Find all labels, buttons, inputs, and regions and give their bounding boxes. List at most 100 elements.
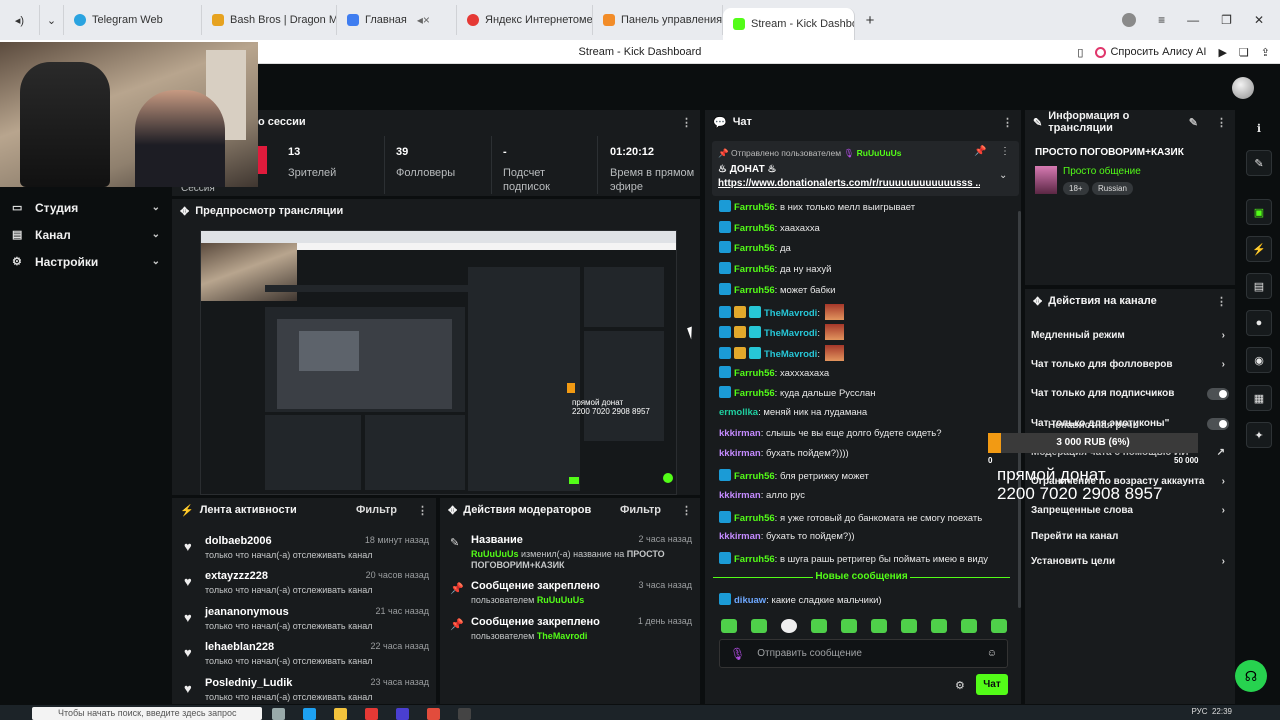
emote-icon[interactable] <box>901 619 917 633</box>
more-icon[interactable]: ⋮ <box>1216 295 1227 308</box>
move-icon[interactable]: ✥ <box>448 504 457 517</box>
chat-username[interactable]: Farruh56 <box>734 368 775 379</box>
emote-icon[interactable] <box>991 619 1007 633</box>
chat-bubble-icon[interactable]: ● <box>1246 310 1272 336</box>
slow-mode-row[interactable]: Медленный режим › <box>1031 330 1229 344</box>
chat-username[interactable]: Farruh56 <box>734 264 775 275</box>
stream-preview-video[interactable]: прямой донат 2200 7020 2908 8957 <box>200 230 677 495</box>
chat-username[interactable]: TheMavrodi <box>764 308 817 319</box>
obs-icon[interactable] <box>396 708 409 720</box>
stream-category[interactable]: Просто общение <box>1063 166 1141 177</box>
activity-filter-button[interactable]: Фильтр <box>356 504 397 516</box>
emote-only-toggle[interactable] <box>1207 418 1229 430</box>
info-icon[interactable]: ℹ <box>1246 115 1272 141</box>
clipboard-icon[interactable]: ▤ <box>1246 273 1272 299</box>
edit-icon[interactable]: ✎ <box>1246 150 1272 176</box>
wrench-icon[interactable]: ✦ <box>1246 422 1272 448</box>
move-icon[interactable]: ✥ <box>180 205 189 218</box>
emote-icon[interactable] <box>751 619 767 633</box>
emoji-icon[interactable]: ☺ <box>987 648 997 659</box>
pinned-link[interactable]: https://www.donationalerts.com/r/ruuuuuu… <box>718 178 980 189</box>
tab-bash-bros[interactable]: Bash Bros | Dragon Mone <box>202 5 337 35</box>
more-icon[interactable]: ⋮ <box>681 504 692 517</box>
chat-scrollbar[interactable] <box>1018 211 1021 608</box>
chat-username[interactable]: Farruh56 <box>734 388 775 399</box>
help-chat-button[interactable]: ☊ <box>1235 660 1267 692</box>
yandex-browser-icon[interactable] <box>365 708 378 720</box>
chat-username[interactable]: Farruh56 <box>734 202 775 213</box>
share-icon[interactable]: ⇪ <box>1261 46 1270 59</box>
emote-icon[interactable] <box>871 619 887 633</box>
tab-yandex-speedtest[interactable]: Яндекс Интернетометр <box>457 5 593 35</box>
restore-icon[interactable]: ❐ <box>1221 13 1232 27</box>
mod-actions-filter-button[interactable]: Фильтр <box>620 504 661 516</box>
gmail-icon[interactable] <box>427 708 440 720</box>
play-icon[interactable]: ▶ <box>1218 46 1226 59</box>
subscribers-only-toggle[interactable] <box>1207 388 1229 400</box>
sidebar-item-studio[interactable]: ▭ Студия ⌄ <box>0 194 170 221</box>
edge-icon[interactable] <box>303 708 316 720</box>
emote-icon[interactable] <box>961 619 977 633</box>
more-icon[interactable]: ⋮ <box>417 504 428 517</box>
chat-username[interactable]: TheMavrodi <box>764 349 817 360</box>
tab-telegram[interactable]: Telegram Web <box>64 5 202 35</box>
bookmark-icon[interactable]: ▯ <box>1077 46 1083 59</box>
task-view-icon[interactable] <box>272 708 285 720</box>
banned-words-row[interactable]: Запрещенные слова › <box>1031 505 1229 519</box>
menu-icon[interactable]: ≡ <box>1158 13 1165 27</box>
collections-icon[interactable]: ❏ <box>1239 46 1249 59</box>
chevron-down-icon[interactable]: ⌄ <box>999 170 1007 181</box>
chat-username[interactable]: ermollka <box>719 407 758 418</box>
tab-home[interactable]: Главная ◂× <box>337 5 457 35</box>
sidebar-item-channel[interactable]: ▤ Канал ⌄ <box>0 221 170 248</box>
sidebar-item-settings[interactable]: ⚙ Настройки ⌄ <box>0 248 170 275</box>
tab-kick-dashboard[interactable]: Stream - Kick Dashboar× <box>723 8 855 40</box>
more-icon[interactable]: ⋮ <box>1002 116 1013 129</box>
user-avatar[interactable] <box>1232 77 1254 99</box>
emote-icon[interactable] <box>721 619 737 633</box>
screenshot-icon[interactable]: ▣ <box>1246 199 1272 225</box>
emote-icon[interactable] <box>841 619 857 633</box>
chat-username[interactable]: Farruh56 <box>734 513 775 524</box>
chat-username[interactable]: Farruh56 <box>734 243 775 254</box>
chat-username[interactable]: kkkirman <box>719 448 761 459</box>
chat-username[interactable]: Farruh56 <box>734 223 775 234</box>
save-icon[interactable]: ▦ <box>1246 385 1272 411</box>
broadcast-icon[interactable]: ◉ <box>1246 347 1272 373</box>
chat-username[interactable]: Farruh56 <box>734 471 775 482</box>
profile-icon[interactable] <box>1122 13 1137 27</box>
chat-username[interactable]: kkkirman <box>719 531 761 542</box>
tab-list-button[interactable]: ⌄ <box>40 5 64 35</box>
close-window-icon[interactable]: ✕ <box>1254 13 1264 27</box>
emote-icon[interactable] <box>931 619 947 633</box>
more-icon[interactable]: ⋮ <box>1000 146 1010 157</box>
emote-icon[interactable] <box>811 619 827 633</box>
pencil-edit-icon[interactable]: ✎ <box>1189 116 1198 129</box>
ask-alice-button[interactable]: Спросить Алису AI <box>1095 46 1206 58</box>
go-to-channel-row[interactable]: Перейти на канал <box>1031 531 1229 545</box>
minimize-icon[interactable]: — <box>1187 13 1199 27</box>
new-tab-button[interactable]: + <box>855 5 885 35</box>
new-messages-divider[interactable]: Новые сообщения <box>713 571 1010 582</box>
more-icon[interactable]: ⋮ <box>681 116 692 129</box>
chat-username[interactable]: Farruh56 <box>734 285 775 296</box>
chat-username[interactable]: kkkirman <box>719 490 761 501</box>
tab-audio-control[interactable]: ◂) <box>0 5 40 35</box>
more-icon[interactable]: ⋮ <box>1216 116 1227 129</box>
chat-username[interactable]: Farruh56 <box>734 554 775 565</box>
lightning-icon[interactable]: ⚡ <box>1246 236 1272 262</box>
send-chat-button[interactable]: Чат <box>976 674 1008 695</box>
emote-icon[interactable] <box>781 619 797 633</box>
mute-icon[interactable]: ◂× <box>417 13 430 27</box>
set-goals-row[interactable]: Установить цели › <box>1031 556 1229 570</box>
tab-donationalerts[interactable]: Панель управления - Don <box>593 5 723 35</box>
chat-message-input[interactable]: 🎙 Отправить сообщение ☺ <box>719 639 1008 668</box>
folder-icon[interactable] <box>334 708 347 720</box>
chat-settings-icon[interactable]: ⚙ <box>955 679 965 692</box>
taskbar-search-input[interactable]: Чтобы начать поиск, введите здесь запрос <box>32 707 262 720</box>
chat-username[interactable]: kkkirman <box>719 428 761 439</box>
obs-studio-icon[interactable] <box>458 708 471 720</box>
move-icon[interactable]: ✥ <box>1033 295 1042 308</box>
chat-username[interactable]: TheMavrodi <box>764 328 817 339</box>
followers-only-row[interactable]: Чат только для фолловеров › <box>1031 359 1229 373</box>
